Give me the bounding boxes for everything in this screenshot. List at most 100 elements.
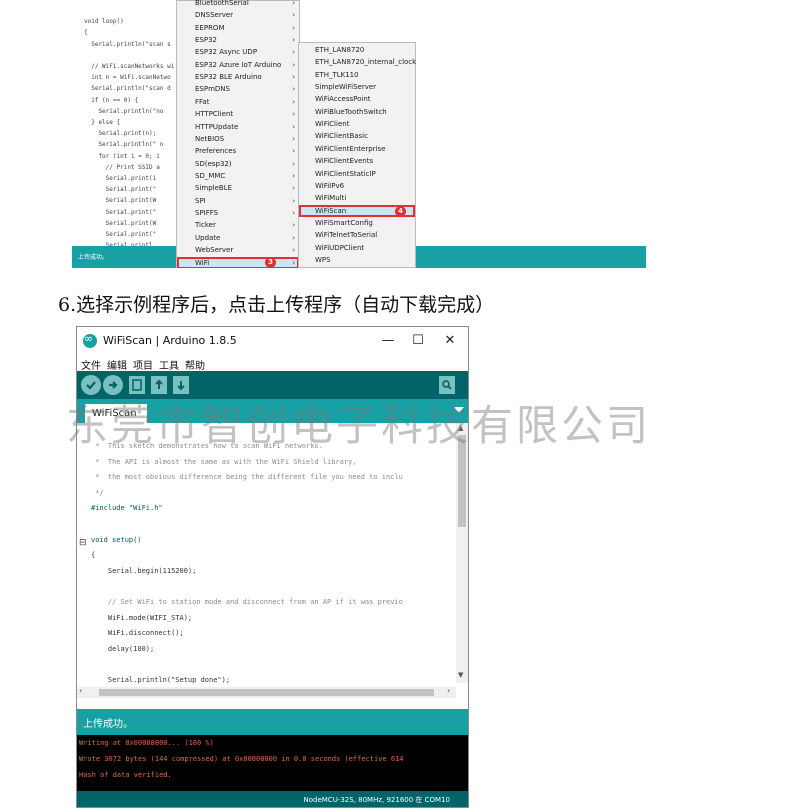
chevron-right-icon: › bbox=[292, 184, 295, 193]
submenu-item[interactable]: ETH_TLK110 bbox=[299, 69, 415, 81]
arduino-logo-icon bbox=[83, 332, 97, 348]
submenu-item[interactable]: WiFiSmartConfig bbox=[299, 217, 415, 229]
code-line: WiFi.disconnect(); bbox=[91, 629, 184, 638]
code-editor[interactable]: * This sketch demonstrates how to scan W… bbox=[77, 423, 468, 695]
menu-item[interactable]: Preferences › bbox=[177, 145, 299, 157]
checkmark-icon bbox=[86, 381, 96, 390]
submenu-item[interactable]: WiFiClientEnterprise bbox=[299, 143, 415, 155]
fold-toggle-icon[interactable]: ⊟ bbox=[79, 538, 87, 548]
code-line: * The API is almost the same as with the… bbox=[91, 457, 357, 466]
minimize-button[interactable]: — bbox=[375, 331, 401, 351]
step-badge: 3 bbox=[265, 257, 276, 268]
menu-item[interactable]: Update › bbox=[177, 232, 299, 244]
menu-item[interactable]: EEPROM › bbox=[177, 22, 299, 34]
code-line: for (int i = 0; i bbox=[84, 152, 160, 160]
code-line: Serial.println("scan d bbox=[84, 85, 171, 93]
chevron-right-icon: › bbox=[292, 85, 295, 94]
menu-item[interactable]: SD_MMC › bbox=[177, 170, 299, 182]
code-line: { bbox=[91, 551, 96, 560]
submenu-item[interactable]: WiFiTelnetToSerial bbox=[299, 229, 415, 241]
chevron-right-icon: › bbox=[292, 134, 295, 143]
menu-bar: 文件 编辑 项目 工具 帮助 bbox=[77, 355, 468, 372]
submenu-item[interactable]: ETH_LAN8720 bbox=[299, 44, 415, 56]
menu-item[interactable]: ESPmDNS › bbox=[177, 83, 299, 95]
title-bar: WiFiScan | Arduino 1.8.5 — ☐ ✕ bbox=[77, 327, 468, 355]
menu-item[interactable]: ESP32 Async UDP › bbox=[177, 46, 299, 58]
menu-item[interactable]: SimpleBLE › bbox=[177, 182, 299, 194]
company-watermark: 东莞市智创电子科技有限公司 bbox=[66, 401, 652, 450]
menu-item[interactable]: ESP32 › bbox=[177, 34, 299, 46]
submenu-item[interactable]: ETH_LAN8720_internal_clock bbox=[299, 56, 416, 68]
horizontal-scrollbar[interactable]: ‹ › bbox=[77, 686, 456, 698]
close-button[interactable]: ✕ bbox=[437, 331, 463, 351]
menu-item[interactable]: HTTPUpdate › bbox=[177, 121, 299, 133]
menu-item[interactable]: WebServer › bbox=[177, 244, 299, 256]
menu-item[interactable]: NetBIOS › bbox=[177, 133, 299, 145]
code-line: { bbox=[84, 29, 88, 37]
submenu-item[interactable]: WiFiClientBasic bbox=[299, 130, 415, 142]
scroll-down-icon[interactable]: ▼ bbox=[458, 671, 463, 679]
arrow-up-icon bbox=[155, 379, 163, 389]
submenu-item[interactable]: WiFiUDPClient bbox=[299, 242, 415, 254]
menu-item[interactable]: ESP32 BLE Arduino › bbox=[177, 71, 299, 83]
code-line: #include "WiFi.h" bbox=[91, 504, 163, 513]
chevron-right-icon: › bbox=[292, 73, 295, 82]
submenu-item[interactable]: WiFiAccessPoint bbox=[299, 93, 415, 105]
submenu-item[interactable]: WiFiClientStaticIP bbox=[299, 168, 415, 180]
menu-item-label: SD(esp32) bbox=[195, 159, 232, 168]
menu-item[interactable]: SPI › bbox=[177, 195, 299, 207]
chevron-right-icon: › bbox=[292, 196, 295, 205]
menu-item-wifi[interactable]: WiFi › bbox=[177, 257, 299, 268]
menu-item-label: DNSServer bbox=[195, 11, 234, 20]
code-line: Serial.print(" bbox=[84, 186, 157, 194]
menu-item-label: ESPmDNS bbox=[195, 85, 230, 94]
menu-item[interactable]: ESP32 Azure IoT Arduino › bbox=[177, 59, 299, 71]
vertical-scrollbar[interactable]: ▲ ▼ bbox=[456, 423, 468, 683]
chevron-right-icon: › bbox=[292, 0, 295, 7]
upload-status-text: 上传成功。 bbox=[78, 254, 109, 261]
menu-edit[interactable]: 编辑 bbox=[107, 357, 127, 372]
menu-item[interactable]: BluetoothSerial › bbox=[177, 0, 299, 9]
menu-item[interactable]: DNSServer › bbox=[177, 9, 299, 21]
chevron-right-icon: › bbox=[292, 11, 295, 20]
menu-item-label: WebServer bbox=[195, 246, 234, 254]
menu-item[interactable]: SPIFFS › bbox=[177, 207, 299, 219]
maximize-button[interactable]: ☐ bbox=[405, 331, 431, 351]
submenu-item[interactable]: WPS bbox=[299, 254, 415, 266]
code-line: int n = WiFi.scanNetwo bbox=[84, 74, 171, 82]
submenu-item[interactable]: SimpleWiFiServer bbox=[299, 81, 415, 93]
chevron-right-icon: › bbox=[292, 147, 295, 156]
menu-file[interactable]: 文件 bbox=[81, 357, 101, 372]
menu-item[interactable]: HTTPClient › bbox=[177, 108, 299, 120]
code-line: Serial.print(i bbox=[84, 175, 157, 182]
menu-item[interactable]: FFat › bbox=[177, 96, 299, 108]
menu-sketch[interactable]: 项目 bbox=[133, 357, 153, 372]
window-title: WiFiScan | Arduino 1.8.5 bbox=[103, 334, 237, 347]
menu-tools[interactable]: 工具 bbox=[159, 357, 179, 372]
submenu-item[interactable]: WiFiClient bbox=[299, 118, 415, 130]
sketch-code: * This sketch demonstrates how to scan W… bbox=[91, 439, 455, 689]
console-line: Hash of data verified. bbox=[79, 771, 172, 779]
chevron-right-icon: › bbox=[292, 48, 295, 57]
chevron-right-icon: › bbox=[292, 259, 295, 268]
chevron-right-icon: › bbox=[292, 159, 295, 168]
code-line: } else { bbox=[84, 119, 121, 126]
submenu-item[interactable]: WiFiIPv6 bbox=[299, 180, 415, 192]
submenu-item[interactable]: WiFiMulti bbox=[299, 192, 415, 204]
code-line: // WiFi.scanNetworks wi bbox=[84, 63, 175, 70]
menu-item[interactable]: Ticker › bbox=[177, 219, 299, 231]
submenu-item[interactable]: WiFiBlueToothSwitch bbox=[299, 106, 415, 118]
menu-item[interactable]: SD(esp32) › bbox=[177, 158, 299, 170]
menu-item-label: NetBIOS bbox=[195, 134, 225, 143]
code-line: Serial.print(n); bbox=[84, 130, 157, 138]
menu-help[interactable]: 帮助 bbox=[185, 357, 205, 372]
code-line: */ bbox=[91, 488, 104, 497]
board-info-bar: NodeMCU-32S, 80MHz, 921600 在 COM10 bbox=[77, 791, 468, 807]
code-line: Serial.print(" bbox=[84, 208, 157, 216]
horizontal-scroll-thumb[interactable] bbox=[99, 689, 434, 696]
submenu-item[interactable]: WiFiClientEvents bbox=[299, 155, 415, 167]
scroll-right-icon[interactable]: › bbox=[447, 686, 450, 695]
chevron-right-icon: › bbox=[292, 110, 295, 119]
scroll-left-icon[interactable]: ‹ bbox=[79, 686, 82, 695]
code-line: Serial.println("scan s bbox=[84, 40, 171, 48]
